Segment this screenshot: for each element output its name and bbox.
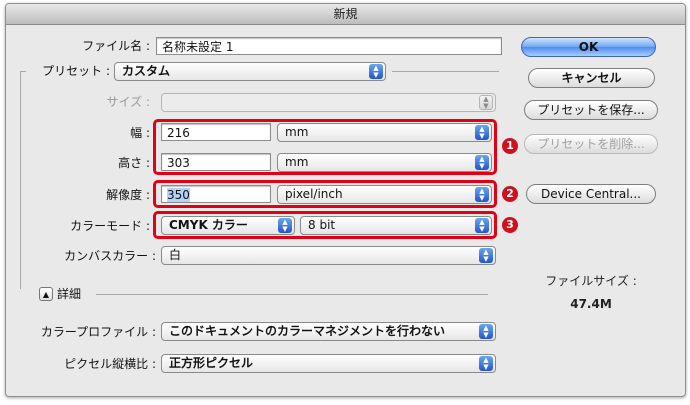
- preset-group-line-vertical: [20, 71, 21, 289]
- color-mode-highlight-box: [153, 211, 497, 239]
- resolution-label: 解像度 :: [106, 188, 150, 202]
- pixel-aspect-select[interactable]: 正方形ピクセル ▲ ▼: [161, 354, 496, 373]
- preset-label: プリセット :: [42, 64, 110, 78]
- pixel-aspect-arrow-icon: ▲ ▼: [479, 356, 493, 371]
- device-central-button[interactable]: Device Central...: [526, 184, 656, 204]
- annotation-badge-1: 1: [502, 138, 518, 154]
- file-size-label: ファイルサイズ :: [545, 274, 637, 288]
- preset-select-value: カスタム: [122, 64, 171, 78]
- color-mode-label: カラーモード :: [70, 219, 150, 233]
- delete-preset-button: プリセットを削除...: [524, 134, 658, 154]
- resolution-highlight-box: [153, 180, 497, 208]
- width-label: 幅 :: [130, 126, 150, 140]
- canvas-color-select[interactable]: 白 ▲ ▼: [161, 246, 496, 265]
- color-profile-value: このドキュメントのカラーマネジメントを行わない: [169, 324, 446, 338]
- canvas-color-value: 白: [169, 248, 182, 262]
- color-profile-arrow-icon: ▲ ▼: [479, 324, 493, 339]
- advanced-group-line: [96, 294, 488, 295]
- pixel-aspect-label: ピクセル縦横比 :: [64, 357, 156, 371]
- annotation-badge-2: 2: [502, 186, 518, 202]
- new-document-dialog: 新規 ファイル名 : 名称未設定 1 プリセット : カスタム ▲ ▼ サイズ :…: [5, 3, 686, 397]
- advanced-disclosure-icon[interactable]: ▲: [39, 287, 53, 301]
- size-select: ▲ ▼: [161, 93, 496, 112]
- preset-group-line-right: [392, 71, 499, 72]
- size-select-arrow-icon: ▲ ▼: [479, 95, 493, 110]
- color-profile-select[interactable]: このドキュメントのカラーマネジメントを行わない ▲ ▼: [161, 322, 496, 341]
- cancel-button[interactable]: キャンセル: [528, 68, 655, 88]
- color-profile-label: カラープロファイル :: [40, 325, 156, 339]
- size-highlight-box: [153, 119, 497, 175]
- preset-select-arrow-icon: ▲ ▼: [369, 64, 383, 79]
- dialog-title: 新規: [6, 4, 685, 25]
- size-label: サイズ :: [106, 95, 151, 109]
- filename-label: ファイル名 :: [82, 39, 150, 53]
- advanced-label: 詳細: [57, 287, 82, 301]
- canvas-color-label: カンバスカラー :: [64, 249, 156, 263]
- save-preset-button[interactable]: プリセットを保存...: [524, 100, 658, 120]
- height-label: 高さ :: [118, 156, 150, 170]
- canvas-color-arrow-icon: ▲ ▼: [479, 248, 493, 263]
- file-size-value: 47.4M: [570, 297, 612, 311]
- filename-input[interactable]: 名称未設定 1: [156, 37, 502, 55]
- ok-button[interactable]: OK: [521, 37, 656, 57]
- annotation-badge-3: 3: [502, 217, 518, 233]
- pixel-aspect-value: 正方形ピクセル: [169, 356, 254, 370]
- preset-select[interactable]: カスタム ▲ ▼: [114, 62, 386, 81]
